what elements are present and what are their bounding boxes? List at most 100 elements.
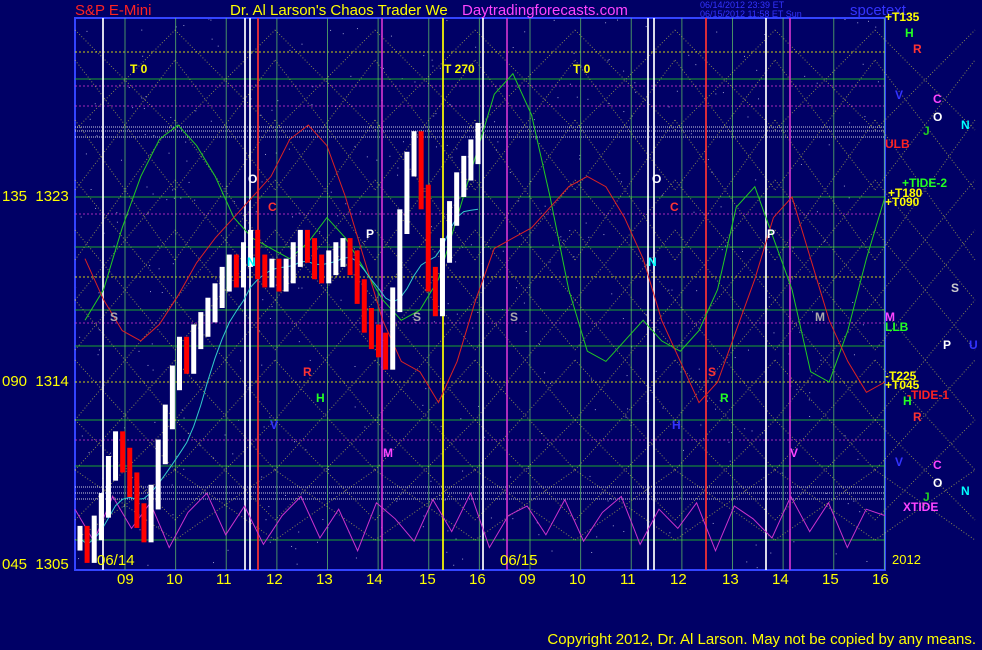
star — [502, 250, 504, 252]
diagonal-line — [474, 119, 576, 261]
x-tick: 10 — [166, 571, 183, 588]
x-tick: 15 — [822, 571, 839, 588]
star — [527, 467, 529, 469]
star — [734, 357, 736, 359]
price-bar — [340, 238, 346, 267]
star — [494, 121, 496, 123]
timestamp-2: 06/15/2012 11:58 ET Sun — [700, 9, 802, 19]
star — [477, 311, 479, 313]
star — [844, 435, 846, 437]
price-bar — [326, 250, 332, 284]
star — [605, 22, 607, 24]
right-label: +T090 — [885, 195, 920, 209]
star — [645, 26, 647, 28]
star — [544, 205, 546, 207]
series-line-xtide — [74, 491, 886, 553]
star — [261, 476, 263, 478]
star — [591, 551, 593, 553]
right-label: LLB — [885, 320, 909, 334]
star — [611, 293, 613, 295]
star — [685, 528, 687, 530]
star — [557, 97, 559, 99]
star — [446, 144, 448, 146]
price-bar — [475, 123, 481, 165]
star — [497, 141, 499, 143]
star — [141, 97, 143, 99]
date-label: 06/15 — [500, 552, 538, 569]
star — [232, 453, 234, 455]
star — [144, 134, 146, 136]
star — [447, 530, 449, 532]
price-bar — [198, 312, 204, 350]
star — [269, 318, 271, 320]
star — [812, 311, 814, 313]
star — [185, 141, 187, 143]
star — [356, 28, 358, 30]
price-bar — [454, 172, 460, 226]
star — [354, 366, 356, 368]
star — [625, 416, 627, 418]
star — [186, 160, 188, 162]
price-bar — [347, 238, 353, 276]
star — [475, 46, 477, 48]
price-bar — [290, 242, 296, 284]
site-link[interactable]: Daytradingforecasts.com — [462, 2, 628, 19]
star — [671, 289, 673, 291]
star — [81, 435, 83, 437]
star — [768, 296, 770, 298]
star — [544, 372, 546, 374]
copyright-notice: Copyright 2012, Dr. Al Larson. May not b… — [547, 631, 976, 648]
star — [688, 54, 690, 56]
star — [560, 236, 562, 238]
star — [804, 75, 806, 77]
star — [311, 104, 313, 106]
x-tick: 09 — [117, 571, 134, 588]
star — [451, 156, 453, 158]
price-bar — [354, 250, 360, 304]
chart-marker: S — [110, 310, 119, 324]
chart-plot-area — [74, 17, 976, 571]
star — [524, 31, 526, 33]
star — [594, 409, 596, 411]
price-bar — [77, 525, 83, 551]
star — [269, 541, 271, 543]
star — [342, 33, 344, 35]
chart-marker: M — [383, 446, 393, 460]
star — [340, 299, 342, 301]
star — [853, 354, 855, 356]
star — [721, 249, 723, 251]
star — [439, 67, 441, 69]
star — [755, 544, 757, 546]
star — [758, 98, 760, 100]
star — [292, 216, 294, 218]
star — [455, 538, 457, 540]
star — [109, 452, 111, 454]
star — [210, 120, 212, 122]
star — [146, 186, 148, 188]
star — [596, 536, 598, 538]
star — [859, 511, 861, 513]
star — [414, 81, 416, 83]
chart-marker: C — [670, 200, 679, 214]
star — [781, 472, 783, 474]
star — [98, 292, 100, 294]
star — [793, 541, 795, 543]
star — [171, 484, 173, 486]
star — [622, 318, 624, 320]
star — [96, 135, 98, 137]
star — [199, 444, 201, 446]
star — [271, 306, 273, 308]
diagonal-line — [574, 119, 676, 261]
star — [402, 141, 404, 143]
right-label: H — [903, 394, 912, 408]
star — [770, 552, 772, 554]
star — [217, 45, 219, 47]
star — [447, 303, 449, 305]
star — [669, 532, 671, 534]
price-bar — [376, 324, 381, 358]
star — [516, 287, 518, 289]
x-tick: 14 — [366, 571, 383, 588]
star — [296, 563, 298, 565]
x-tick: 13 — [316, 571, 333, 588]
star — [512, 518, 514, 520]
